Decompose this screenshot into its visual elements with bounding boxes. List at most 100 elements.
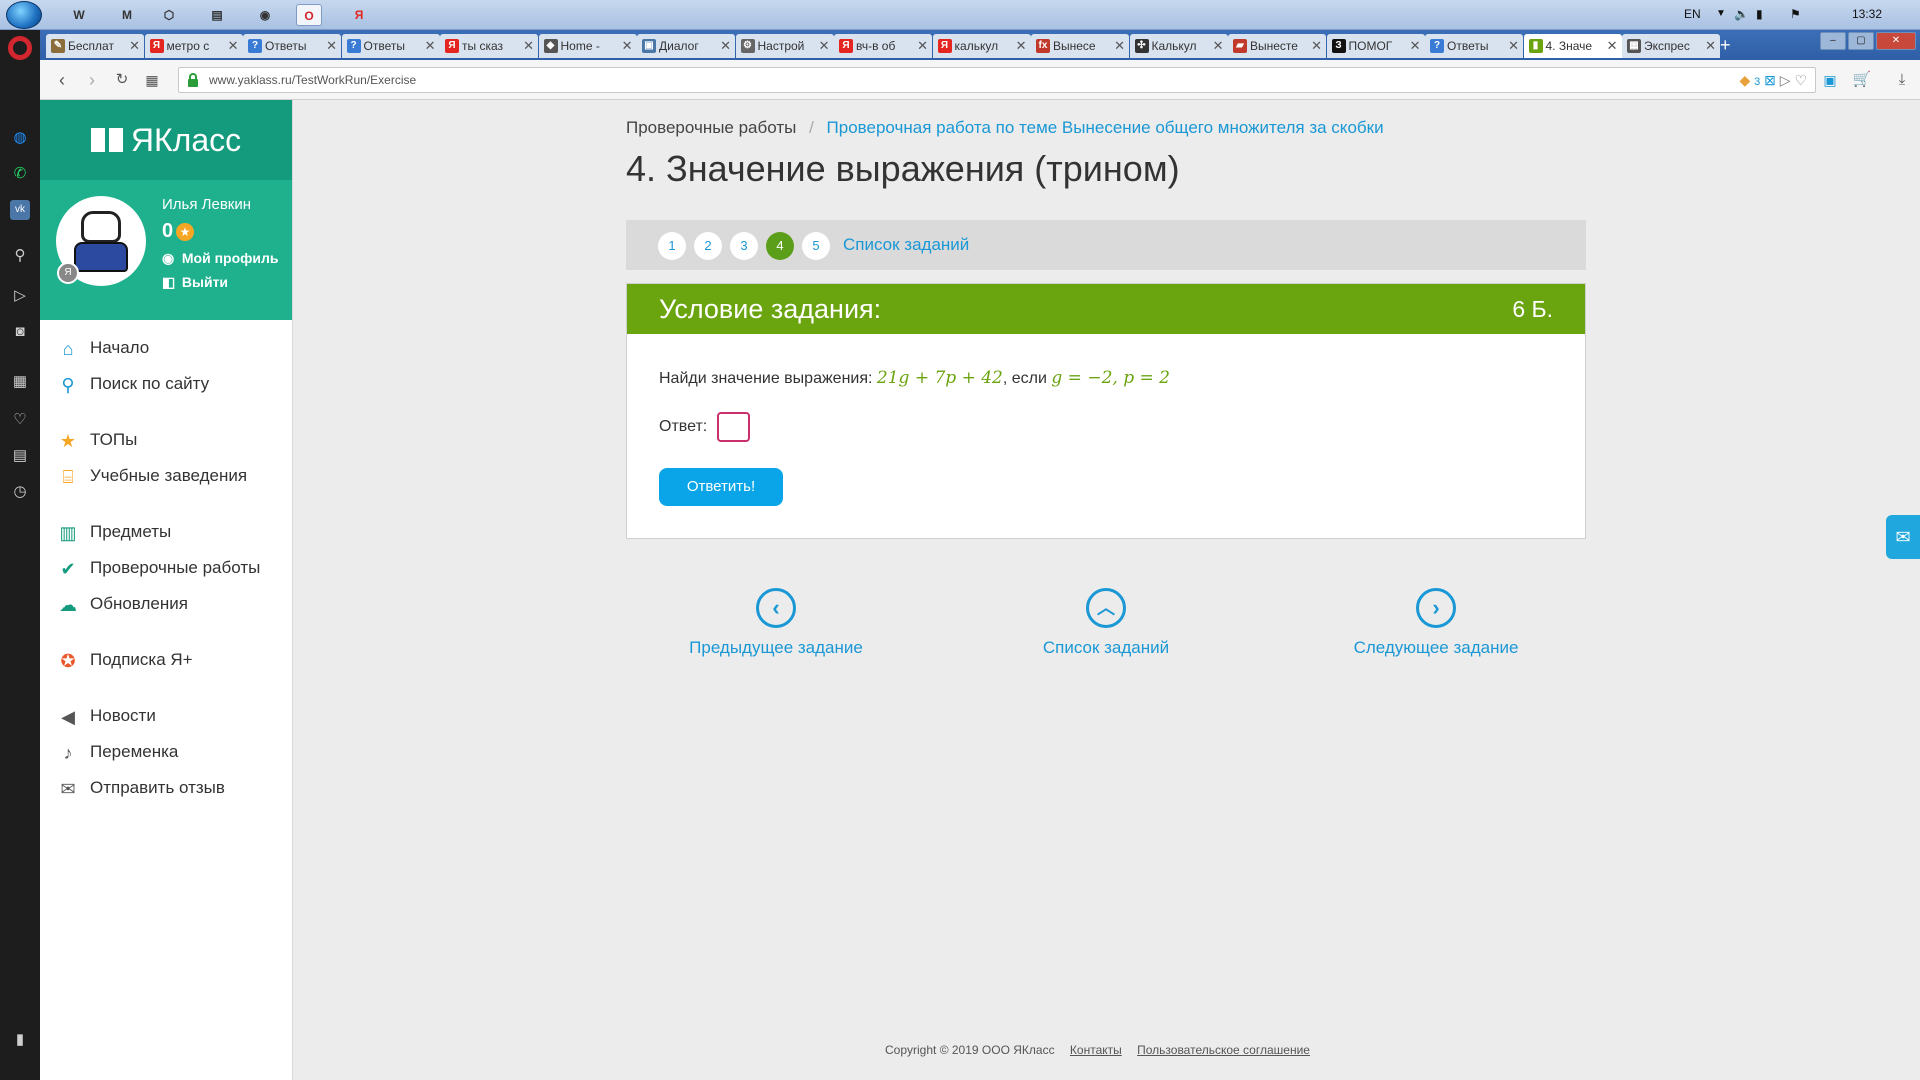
send-icon[interactable]: ▷ — [10, 286, 30, 306]
browser-tab[interactable]: ✣ Калькул ✕ — [1129, 34, 1228, 58]
browser-tab[interactable]: Яты сказ ✕ — [440, 34, 538, 58]
user-name[interactable]: Илья Левкин — [162, 196, 251, 213]
taskbar-app-icon[interactable]: O — [296, 4, 322, 26]
close-window-button[interactable]: ✕ — [1875, 32, 1916, 50]
language-indicator[interactable]: EN — [1684, 0, 1701, 30]
logout-link[interactable]: ◧ Выйти — [162, 274, 228, 291]
taskbar-app-icon[interactable]: Я — [346, 4, 372, 26]
tab-close-icon[interactable]: ✕ — [228, 34, 239, 58]
task-number-3[interactable]: 3 — [730, 232, 758, 260]
breadcrumb-root[interactable]: Проверочные работы — [626, 118, 796, 137]
heart-icon[interactable]: ♡ — [10, 410, 30, 430]
task-number-4[interactable]: 4 — [766, 232, 794, 260]
browser-tab[interactable]: Явч-в об ✕ — [834, 34, 932, 58]
share-icon[interactable]: ▷ — [1780, 72, 1791, 88]
task-list-link[interactable]: Список заданий — [843, 235, 969, 255]
back-button[interactable]: ‹ — [50, 68, 74, 92]
contacts-link[interactable]: Контакты — [1070, 1043, 1122, 1057]
browser-tab[interactable]: ✎ Бесплат ✕ — [46, 34, 144, 58]
sidebar-item-home[interactable]: ⌂ Начало — [40, 330, 292, 366]
tray-expand-icon[interactable]: ▼ — [1716, 0, 1726, 30]
extension-icon[interactable]: ◆ — [1739, 72, 1750, 88]
browser-tab[interactable]: ⚙ Настрой ✕ — [735, 34, 834, 58]
task-number-1[interactable]: 1 — [658, 232, 686, 260]
search-icon[interactable]: ⚲ — [10, 246, 30, 266]
download-icon[interactable]: ⤓ — [1890, 68, 1914, 92]
browser-tab[interactable]: ▣ Диалог ✕ — [637, 34, 735, 58]
tab-close-icon[interactable]: ✕ — [425, 34, 436, 58]
taskbar-app-icon[interactable]: ▤ — [204, 4, 230, 26]
sidebar-item-subjects[interactable]: ▥ Предметы — [40, 514, 292, 550]
agreement-link[interactable]: Пользовательское соглашение — [1137, 1043, 1310, 1057]
browser-tab[interactable]: fx Вынесе ✕ — [1031, 34, 1129, 58]
browser-tab[interactable]: Яметро с ✕ — [144, 34, 243, 58]
browser-tab[interactable]: Якалькул ✕ — [932, 34, 1031, 58]
maximize-button[interactable]: ▢ — [1847, 32, 1874, 50]
answer-input[interactable] — [717, 412, 750, 442]
opera-logo-icon[interactable] — [8, 36, 32, 60]
site-logo[interactable]: ЯКласс — [40, 100, 292, 180]
next-task-link[interactable]: › Следующее задание — [1316, 588, 1556, 658]
bookmark-heart-icon[interactable]: ♡ — [1794, 72, 1807, 88]
news-icon[interactable]: ▤ — [10, 446, 30, 466]
previous-task-link[interactable]: ‹ Предыдущее задание — [656, 588, 896, 658]
tab-close-icon[interactable]: ✕ — [819, 34, 830, 58]
clock[interactable]: 13:32 — [1852, 0, 1882, 30]
sidebar-item-search[interactable]: ⚲ Поиск по сайту — [40, 366, 292, 402]
speed-dial-icon[interactable]: ▦ — [140, 68, 164, 92]
sidebar-item-feedback[interactable]: ✉ Отправить отзыв — [40, 770, 292, 806]
tab-close-icon[interactable]: ✕ — [1311, 34, 1322, 58]
browser-tab[interactable]: ▰ Вынесте ✕ — [1228, 34, 1326, 58]
whatsapp-icon[interactable]: ✆ — [10, 164, 30, 184]
sidebar-item-tops[interactable]: ★ ТОПы — [40, 422, 292, 458]
tab-close-icon[interactable]: ✕ — [720, 34, 731, 58]
browser-tab[interactable]: ▮ 4. Значе ✕ — [1523, 34, 1622, 58]
tab-close-icon[interactable]: ✕ — [622, 34, 633, 58]
task-list-bottom-link[interactable]: ︿ Список заданий — [986, 588, 1226, 658]
taskbar-app-icon[interactable]: ⬡ — [156, 4, 182, 26]
browser-tab[interactable]: ▦ Экспрес ✕ — [1622, 34, 1720, 58]
profile-link[interactable]: ◉ Мой профиль — [162, 250, 279, 267]
flag-icon[interactable]: ⚑ — [1790, 0, 1801, 30]
sidebar-item-schools[interactable]: ⌸ Учебные заведения — [40, 458, 292, 494]
minimize-button[interactable]: – — [1820, 32, 1846, 50]
tab-close-icon[interactable]: ✕ — [1508, 34, 1519, 58]
taskbar-app-icon[interactable]: W — [66, 4, 92, 26]
tab-close-icon[interactable]: ✕ — [1213, 34, 1224, 58]
network-icon[interactable]: ▮ — [1756, 0, 1763, 30]
tab-close-icon[interactable]: ✕ — [1410, 34, 1421, 58]
sidebar-item-news[interactable]: ◀ Новости — [40, 698, 292, 734]
reload-icon[interactable]: ↻ — [110, 68, 134, 92]
task-number-5[interactable]: 5 — [802, 232, 830, 260]
browser-tab[interactable]: ◆ Home - ✕ — [538, 34, 637, 58]
vk-extension-icon[interactable]: ▣ — [1818, 68, 1842, 92]
taskbar-app-icon[interactable]: M — [114, 4, 140, 26]
history-icon[interactable]: ◷ — [10, 482, 30, 502]
cart-icon[interactable]: 🛒 — [1850, 68, 1874, 92]
task-number-2[interactable]: 2 — [694, 232, 722, 260]
tab-close-icon[interactable]: ✕ — [1016, 34, 1027, 58]
sidebar-item-subscription[interactable]: ✪ Подписка Я+ — [40, 642, 292, 678]
sidebar-item-tests[interactable]: ✔ Проверочные работы — [40, 550, 292, 586]
url-input[interactable]: www.yaklass.ru/TestWorkRun/Exercise ◆ 3 … — [178, 67, 1816, 93]
sidebar-item-break[interactable]: ♪ Переменка — [40, 734, 292, 770]
sidebar-item-updates[interactable]: ☁ Обновления — [40, 586, 292, 622]
tab-close-icon[interactable]: ✕ — [1607, 34, 1618, 58]
tab-close-icon[interactable]: ✕ — [1705, 34, 1716, 58]
camera-icon[interactable]: ◙ — [10, 322, 30, 342]
browser-tab[interactable]: ? Ответы ✕ — [341, 34, 440, 58]
feedback-mail-icon[interactable]: ✉ — [1886, 515, 1920, 559]
sidebar-toggle-icon[interactable]: ▮ — [10, 1030, 30, 1050]
taskbar-app-icon[interactable]: ◉ — [252, 4, 278, 26]
tab-close-icon[interactable]: ✕ — [523, 34, 534, 58]
browser-tab[interactable]: ? Ответы ✕ — [1425, 34, 1523, 58]
volume-icon[interactable]: 🔈 — [1734, 0, 1749, 30]
tab-close-icon[interactable]: ✕ — [326, 34, 337, 58]
close-badge-icon[interactable]: ⊠ — [1764, 72, 1776, 88]
new-tab-button[interactable]: + — [1720, 34, 1731, 56]
browser-tab[interactable]: З ПОМОГ ✕ — [1326, 34, 1425, 58]
vk-icon[interactable]: vk — [10, 200, 30, 220]
tab-close-icon[interactable]: ✕ — [917, 34, 928, 58]
browser-tab[interactable]: ? Ответы ✕ — [243, 34, 341, 58]
submit-answer-button[interactable]: Ответить! — [659, 468, 783, 506]
